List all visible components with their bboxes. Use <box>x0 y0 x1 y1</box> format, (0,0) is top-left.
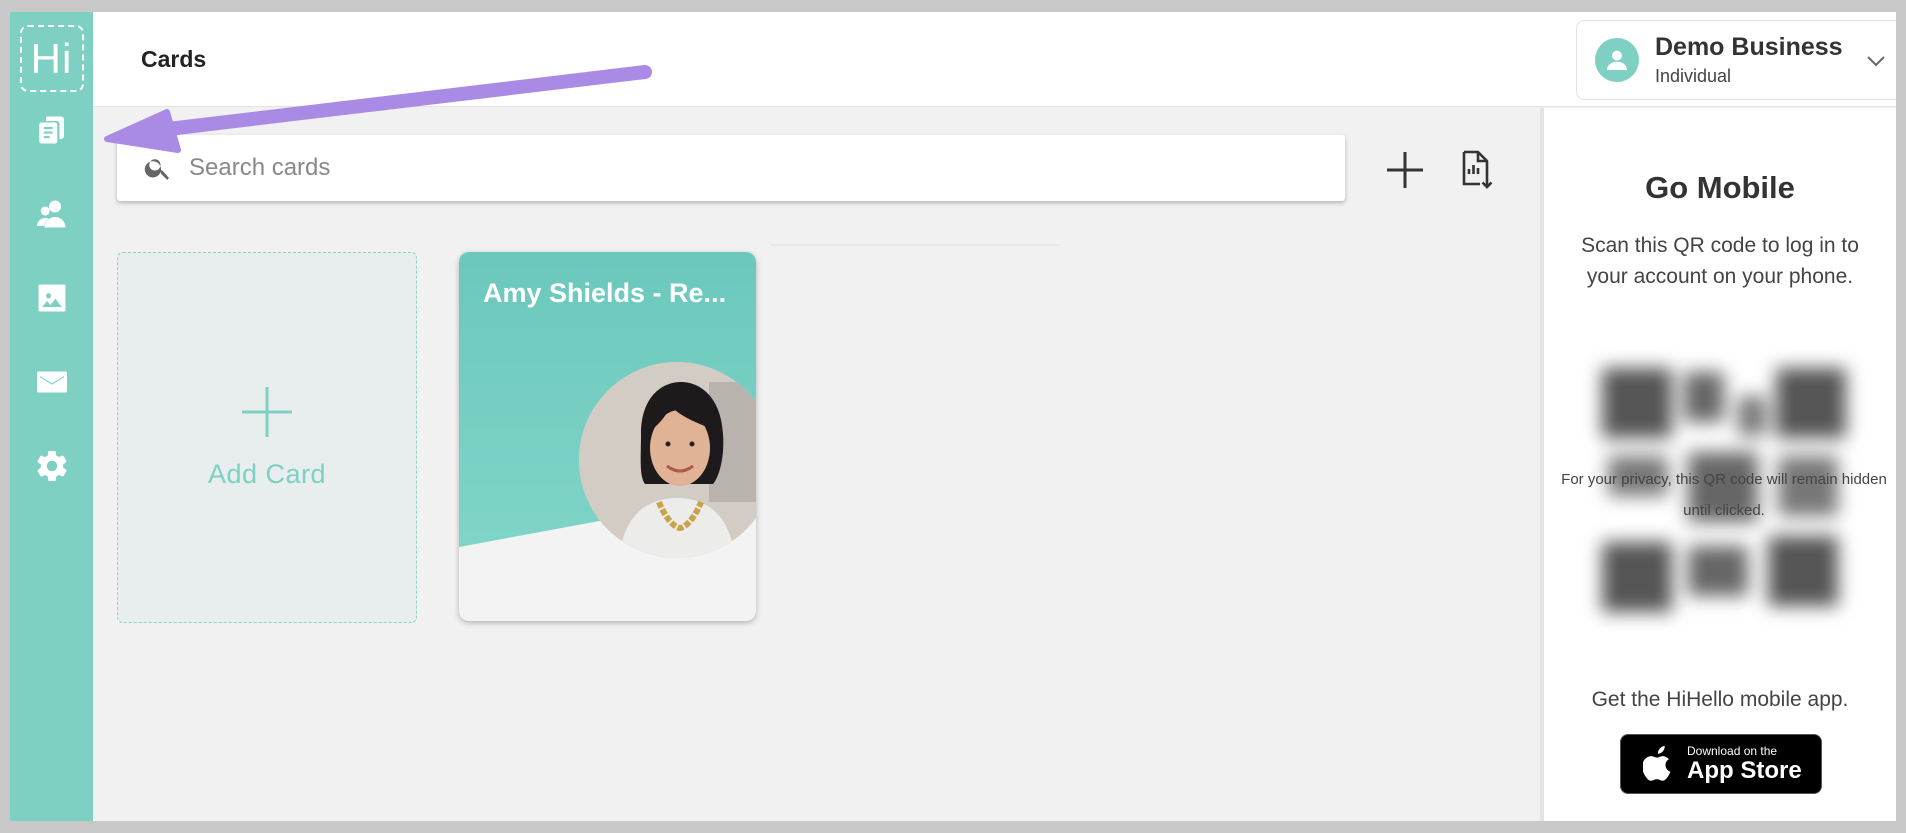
page-title: Cards <box>141 46 207 72</box>
qr-privacy-note: For your privacy, this QR code will rema… <box>1561 471 1887 519</box>
file-export-icon <box>1462 150 1493 189</box>
plus-icon <box>1387 152 1423 188</box>
account-switcher[interactable]: Demo Business Individual <box>1576 20 1896 100</box>
get-app-text: Get the HiHello mobile app. <box>1591 688 1849 711</box>
go-mobile-description: Scan this QR code to log in to your acco… <box>1581 234 1859 288</box>
appstore-small-text: Download on the <box>1687 743 1778 758</box>
sidebar-item-contacts[interactable] <box>28 190 76 238</box>
sidebar-item-backgrounds[interactable] <box>28 274 76 322</box>
hihello-logo[interactable]: Hi <box>19 25 84 92</box>
sidebar-item-settings[interactable] <box>28 442 76 490</box>
avatar <box>1595 38 1639 82</box>
user-icon <box>1607 50 1627 70</box>
image-icon <box>38 284 65 312</box>
search-icon <box>143 153 173 183</box>
apple-icon <box>1642 746 1675 782</box>
go-mobile-title: Go Mobile <box>1645 170 1795 205</box>
gear-icon <box>36 450 67 482</box>
account-name: Demo Business <box>1655 33 1843 61</box>
mail-icon <box>36 371 67 393</box>
add-card-button[interactable] <box>1382 147 1428 193</box>
plus-icon <box>242 387 292 437</box>
business-card[interactable]: Amy Shields - Re... <box>459 252 756 621</box>
search-input[interactable] <box>189 154 1289 182</box>
sidebar: Hi <box>10 12 93 821</box>
appstore-big-text: App Store <box>1687 756 1802 784</box>
logo-text: Hi <box>30 34 73 82</box>
chevron-down-icon[interactable] <box>1864 49 1888 73</box>
export-button[interactable] <box>1452 146 1498 192</box>
search-bar <box>117 135 1345 201</box>
sidebar-item-cards[interactable] <box>28 106 76 154</box>
add-card-label: Add Card <box>207 459 327 489</box>
card-name: Amy Shields - Re... <box>483 278 727 308</box>
top-header: Cards Demo Business Individual <box>93 12 1896 107</box>
sidebar-item-email-signatures[interactable] <box>28 358 76 406</box>
app-store-button[interactable]: Download on the App Store <box>1620 734 1822 794</box>
divider <box>770 244 1060 246</box>
contacts-icon <box>36 200 65 228</box>
add-card-tile[interactable]: Add Card <box>117 252 417 623</box>
cards-icon <box>38 116 64 144</box>
app-frame: Hi Cards Demo Business Individual Search… <box>10 12 1896 821</box>
account-type: Individual <box>1655 66 1732 86</box>
go-mobile-panel: Go Mobile Scan this QR code to log in to… <box>1540 108 1896 821</box>
qr-code[interactable]: For your privacy, this QR code will rema… <box>1561 356 1887 626</box>
